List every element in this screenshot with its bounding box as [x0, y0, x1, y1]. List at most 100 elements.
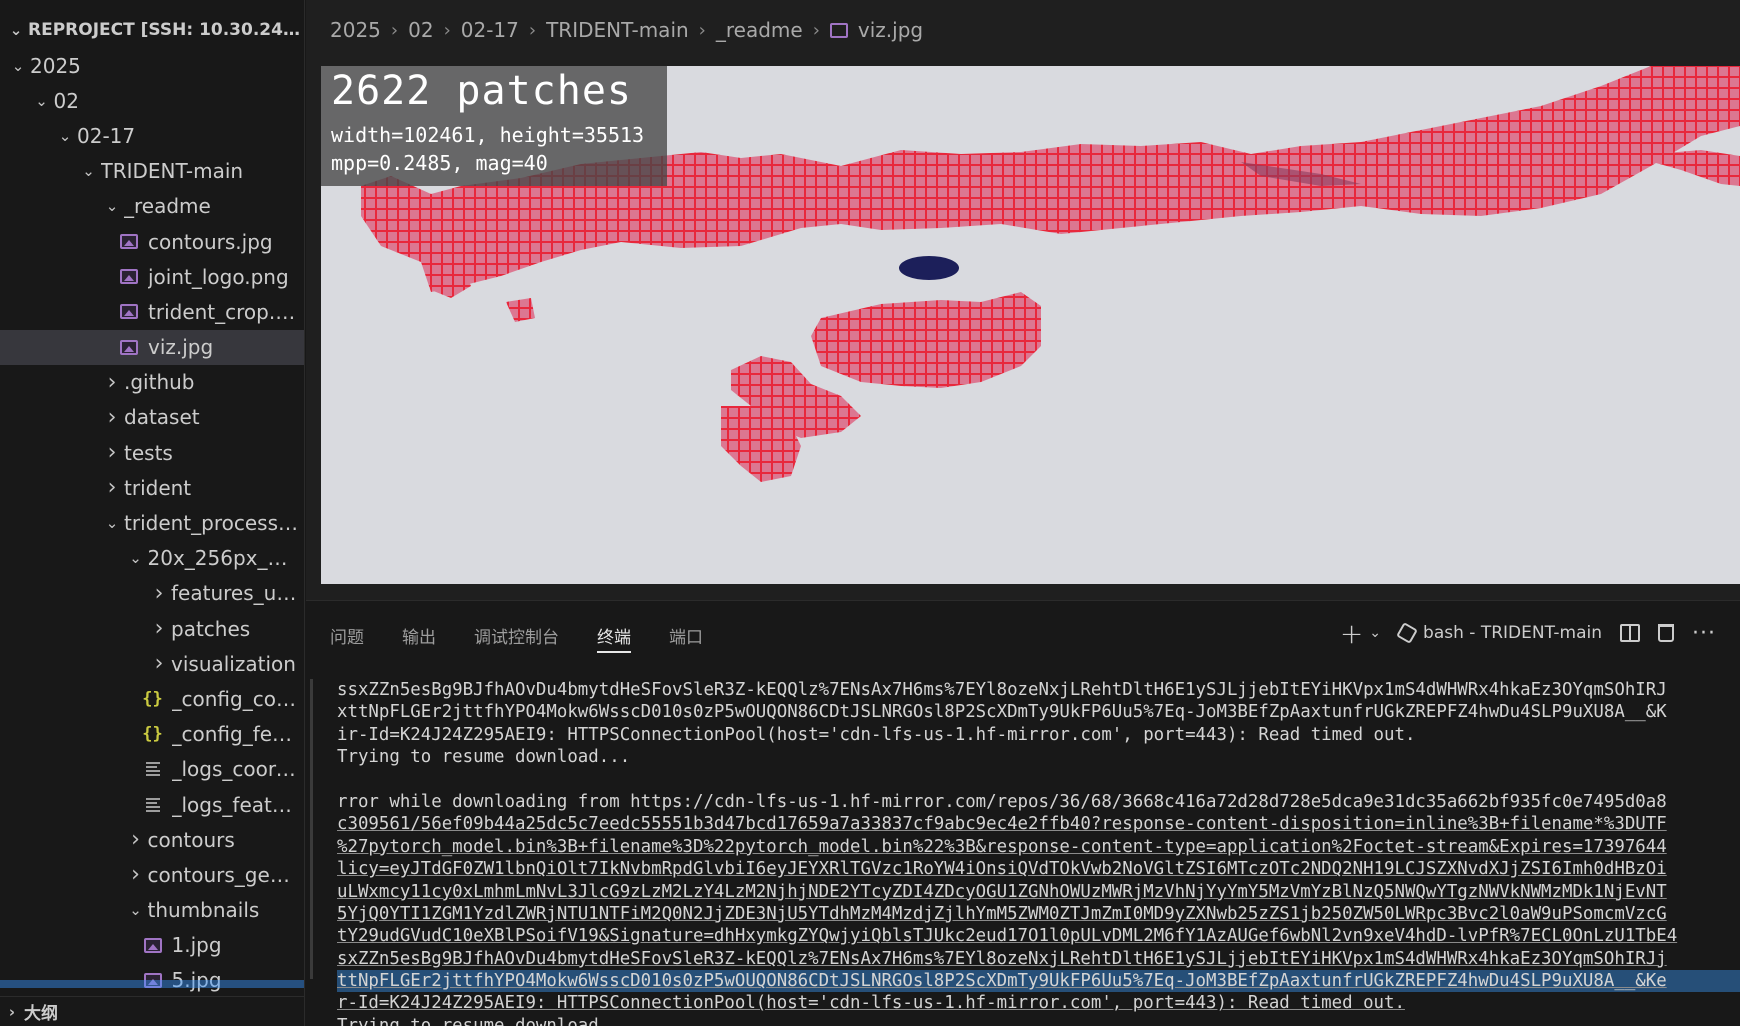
tree-item[interactable]: ⌄ _readme	[0, 189, 304, 224]
image-viewer[interactable]: 2622 patches width=102461, height=35513 …	[321, 66, 1740, 584]
chevron-right-icon: ›	[154, 616, 164, 642]
image-file-icon	[142, 935, 164, 955]
tree-item[interactable]: ⌄ thumbnails	[0, 893, 304, 928]
breadcrumb-item[interactable]: 02	[408, 18, 433, 42]
tree-item-label: contours	[147, 827, 235, 852]
tree-item[interactable]: {} _config_feats_un...	[0, 717, 304, 752]
breadcrumb-item[interactable]: _readme	[716, 18, 803, 42]
terminal-line: ssxZZn5esBg9BJfhAOvDu4bmytdHeSFovSleR3Z-…	[337, 680, 1667, 700]
tree-item[interactable]: › tests	[0, 435, 304, 470]
chevron-right-icon: ›	[107, 475, 117, 501]
terminal-line: %27pytorch_model.bin%3B+filename%3D%22py…	[337, 836, 1667, 857]
terminal-output[interactable]: ssxZZn5esBg9BJfhAOvDu4bmytdHeSFovSleR3Z-…	[337, 679, 1740, 1026]
tree-item[interactable]: 1.jpg	[0, 928, 304, 963]
tree-item[interactable]: _logs_coords.txt	[0, 752, 304, 787]
tree-item[interactable]: ⌄ 02-17	[0, 118, 304, 153]
tree-item-label: 2025	[30, 53, 81, 78]
tree-item[interactable]: › dataset	[0, 400, 304, 435]
tree-item-label: TRIDENT-main	[100, 159, 244, 184]
more-actions-button[interactable]: ···	[1692, 621, 1716, 646]
tree-item[interactable]: › visualization	[0, 646, 304, 681]
chevron-down-icon: ⌄	[129, 901, 142, 920]
panel-tab[interactable]: 输出	[402, 615, 436, 655]
terminal-line: xttNpFLGEr2jttfhYPO4Mokw6WsscD010s0zP5wO…	[337, 702, 1667, 723]
panel-tab[interactable]: 端口	[669, 615, 703, 655]
tree-item-label: tests	[124, 440, 173, 465]
tree-item[interactable]: › patches	[0, 611, 304, 646]
terminal-line: licy=eyJTdGF0ZW1lbnQiOlt7IkNvbmRpdGlvbiI…	[337, 859, 1667, 880]
tree-item[interactable]: _logs_feats_uni_...	[0, 787, 304, 822]
terminal-line: Trying to resume download...	[337, 747, 631, 768]
chevron-right-icon: ›	[154, 651, 164, 677]
explorer-root-header[interactable]: ⌄ REPROJECT [SSH: 10.30.24.1...	[0, 12, 305, 48]
tree-item[interactable]: contours.jpg	[0, 224, 304, 259]
terminal-actions: + ⌄ bash - TRIDENT-main ···	[1322, 613, 1740, 653]
panel-tab[interactable]: 调试控制台	[474, 615, 559, 655]
chevron-right-icon: ›	[131, 827, 140, 853]
tree-item[interactable]: viz.jpg	[0, 329, 304, 365]
terminal-line: ttNpFLGEr2jttfhYPO4Mokw6WsscD010s0zP5wOU…	[337, 970, 1740, 993]
terminal-gutter	[310, 679, 313, 979]
bottom-panel: 问题 输出 调试控制台 终端 端口 + ⌄ bash - TRIDENT-main ··…	[306, 600, 1740, 1026]
image-file-icon	[829, 22, 848, 38]
image-file-icon	[118, 302, 140, 322]
chevron-right-icon: ›	[107, 404, 117, 430]
tree-item[interactable]: joint_logo.png	[0, 259, 304, 294]
tree-item[interactable]: trident_crop.jpg	[0, 294, 304, 329]
panel-tabs: 问题 输出 调试控制台 终端 端口	[330, 613, 741, 657]
terminal-selector[interactable]: bash - TRIDENT-main	[1396, 622, 1603, 644]
tree-item-label: contours.jpg	[148, 229, 273, 254]
explorer-sidebar: ⌄ REPROJECT [SSH: 10.30.24.1... ⌄ 2025 ⌄ 02…	[0, 0, 305, 1026]
breadcrumb-item[interactable]: 2025	[330, 18, 381, 42]
chevron-down-icon: ⌄	[35, 91, 48, 110]
chevron-down-icon: ⌄	[105, 197, 119, 216]
image-file-icon	[118, 267, 140, 287]
tree-item[interactable]: › .github	[0, 365, 304, 400]
chevron-right-icon: ›	[812, 19, 820, 41]
plus-icon: +	[1339, 616, 1364, 650]
tree-item[interactable]: › features_uni_v1	[0, 576, 304, 611]
panel-tab[interactable]: 终端	[597, 615, 631, 655]
outline-section-header[interactable]: › 大纲	[0, 996, 304, 1026]
split-terminal-button[interactable]	[1620, 624, 1641, 642]
chevron-right-icon: ›	[8, 1002, 16, 1021]
explorer-root-label: REPROJECT [SSH: 10.30.24.1...	[28, 20, 305, 40]
tree-item-label: _readme	[124, 194, 211, 219]
slide-mpp-mag: mpp=0.2485, mag=40	[331, 151, 548, 175]
tree-item-label: joint_logo.png	[148, 264, 289, 289]
terminal-line: uLWxmcy11cy0xLmhmLmNvL3JlcG9zLzM2LzY4LzM…	[337, 881, 1667, 902]
breadcrumb-item[interactable]: viz.jpg	[858, 18, 923, 42]
tree-item-label: thumbnails	[147, 898, 260, 923]
tree-item[interactable]: ⌄ 2025	[0, 48, 304, 83]
tree-item[interactable]: ⌄ trident_processed	[0, 505, 304, 540]
chevron-down-icon: ⌄	[9, 21, 23, 39]
breadcrumb-item[interactable]: TRIDENT-main	[546, 18, 689, 42]
new-terminal-button[interactable]: + ⌄	[1340, 617, 1381, 650]
breadcrumb-item[interactable]: 02-17	[461, 18, 519, 42]
chevron-down-icon: ⌄	[105, 514, 119, 533]
terminal-line: sxZZn5esBg9BJfhAOvDu4bmytdHeSFovSleR3Z-k…	[337, 948, 1667, 969]
tree-item[interactable]: ⌄ 02	[0, 83, 304, 118]
tree-item[interactable]: › trident	[0, 470, 304, 505]
file-tree: ⌄ 2025 ⌄ 02 ⌄ 02-17 ⌄ TRIDENT-main ⌄ _readmeconto…	[0, 48, 305, 998]
panel-tab[interactable]: 问题	[330, 615, 364, 655]
trash-icon	[1658, 624, 1675, 642]
tree-item-label: viz.jpg	[148, 335, 214, 360]
tree-item[interactable]: ⌄ 20x_256px_0px_o...	[0, 541, 305, 576]
tree-item[interactable]: › contours	[0, 822, 304, 857]
chevron-down-icon: ⌄	[11, 56, 25, 75]
chevron-down-icon: ⌄	[82, 162, 95, 181]
sidebar-scrollbar[interactable]	[0, 980, 304, 988]
tree-item[interactable]: {} _config_coords.j...	[0, 681, 304, 716]
tree-item[interactable]: › contours_geojson	[0, 857, 304, 892]
terminal-line: r-Id=K24J24Z295AEI9: HTTPSConnectionPool…	[337, 993, 1405, 1014]
terminal-name: bash - TRIDENT-main	[1423, 623, 1603, 643]
kill-terminal-button[interactable]	[1658, 624, 1675, 642]
breadcrumb: 2025 › 02 › 02-17 › TRIDENT-main › _readme › viz.j…	[306, 10, 923, 50]
json-file-icon: {}	[142, 688, 163, 709]
tree-item-label: 20x_256px_0px_o...	[147, 546, 305, 571]
tree-item[interactable]: ⌄ TRIDENT-main	[0, 154, 304, 189]
terminal-line: tY29udGVudC10eXBlPSoifV19&Signature=dhHx…	[337, 926, 1678, 947]
tree-item-label: dataset	[124, 405, 200, 430]
